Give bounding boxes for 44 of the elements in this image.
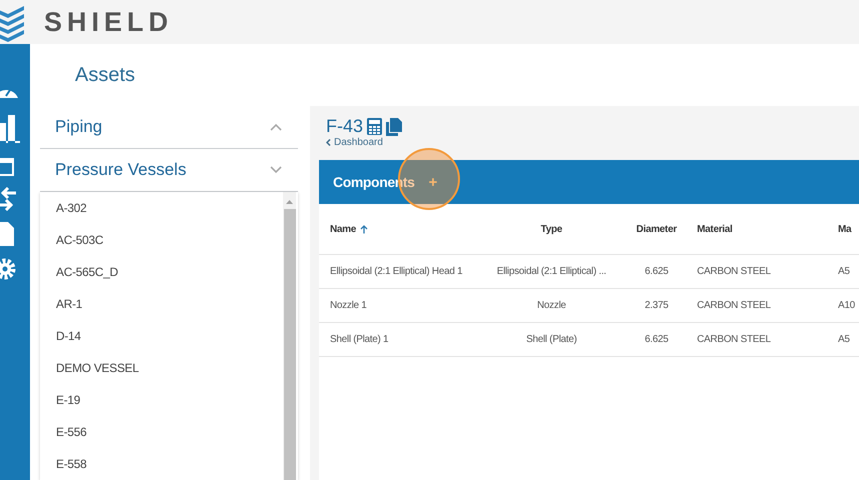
gear-icon[interactable] bbox=[0, 257, 17, 281]
column-header[interactable]: Material bbox=[686, 224, 831, 234]
asset-item[interactable]: E-558 bbox=[40, 448, 283, 480]
table-cell-text: A5 bbox=[837, 334, 851, 345]
column-header[interactable]: Name bbox=[319, 224, 476, 234]
asset-item[interactable]: AR-1 bbox=[40, 288, 283, 320]
table-cell-text: Nozzle 1 bbox=[329, 300, 368, 311]
table-cell-text: A10 bbox=[837, 300, 856, 311]
asset-item[interactable]: D-14 bbox=[40, 320, 283, 352]
table-cell-text: A5 bbox=[837, 266, 851, 277]
table-cell-text: Nozzle bbox=[536, 300, 567, 311]
column-header[interactable]: Type bbox=[476, 224, 616, 234]
logo-text: SHIELD bbox=[44, 6, 174, 38]
accordion-header[interactable]: Pressure Vessels bbox=[40, 149, 298, 192]
chevron-left-icon bbox=[326, 139, 331, 146]
table-cell-text: 6.625 bbox=[644, 334, 670, 345]
table-cell-text: CARBON STEEL bbox=[696, 266, 772, 277]
calculator-icon[interactable] bbox=[367, 118, 382, 135]
sort-arrow-icon bbox=[360, 224, 368, 234]
asset-item[interactable]: AC-565C_D bbox=[40, 256, 283, 288]
table-cell-text: 6.625 bbox=[644, 266, 670, 277]
caret-icon bbox=[270, 166, 282, 174]
column-header[interactable]: Ma bbox=[831, 224, 859, 234]
table-cell-text: CARBON STEEL bbox=[696, 300, 772, 311]
table-cell-text: CARBON STEEL bbox=[696, 334, 772, 345]
asset-item[interactable]: DEMO VESSEL bbox=[40, 352, 283, 384]
table-cell-text: Ellipsoidal (2:1 Elliptical) Head 1 bbox=[329, 266, 464, 277]
table-cell-text: Ellipsoidal (2:1 Elliptical) ... bbox=[496, 266, 608, 277]
page-title: Assets bbox=[75, 64, 136, 88]
asset-item[interactable]: A-302 bbox=[40, 192, 283, 224]
scrollbar[interactable] bbox=[283, 192, 296, 480]
table-cell-text: Shell (Plate) 1 bbox=[329, 334, 390, 345]
dashboard-link[interactable]: Dashboard bbox=[319, 137, 383, 148]
asset-item[interactable]: AC-503C bbox=[40, 224, 283, 256]
column-header[interactable]: Diameter bbox=[616, 224, 686, 234]
copy-icon[interactable] bbox=[386, 118, 402, 136]
asset-item[interactable]: E-556 bbox=[40, 416, 283, 448]
document-icon[interactable] bbox=[0, 222, 14, 246]
table-cell-text: 2.375 bbox=[644, 300, 670, 311]
accordion-header[interactable]: Piping bbox=[40, 106, 298, 149]
caret-icon bbox=[270, 123, 282, 131]
table-cell-text: Shell (Plate) bbox=[525, 334, 578, 345]
asset-item[interactable]: E-19 bbox=[40, 384, 283, 416]
asset-title: F-43 bbox=[326, 116, 364, 137]
